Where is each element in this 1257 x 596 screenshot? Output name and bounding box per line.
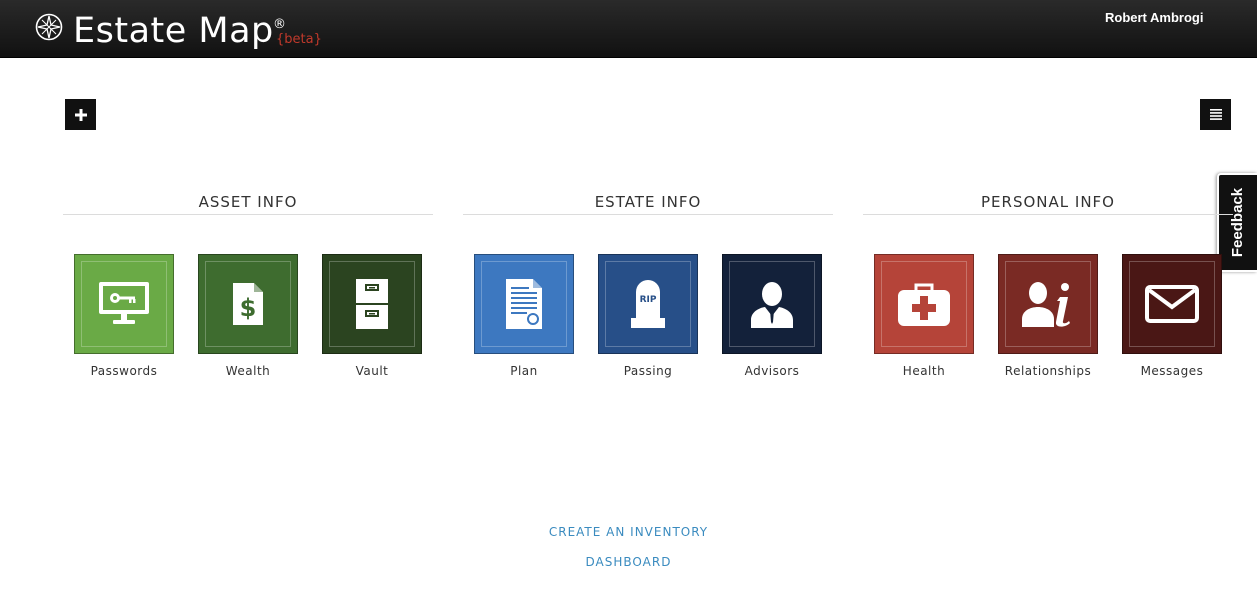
certificate-document-icon xyxy=(506,279,542,329)
list-icon xyxy=(1209,109,1222,120)
tile-background xyxy=(322,254,422,354)
plus-icon xyxy=(74,108,87,121)
registered-mark: ® xyxy=(273,17,286,32)
tile-background: $ xyxy=(198,254,298,354)
brand-title[interactable]: Estate Map xyxy=(73,10,274,52)
top-bar: Estate Map ® {beta} Robert Ambrogi xyxy=(0,0,1257,58)
compass-icon xyxy=(35,13,63,41)
add-button[interactable] xyxy=(65,99,96,130)
section-estate-info: ESTATE INFO xyxy=(463,193,833,215)
svg-text:RIP: RIP xyxy=(640,295,657,305)
dollar-document-icon: $ xyxy=(233,283,263,325)
beta-badge: {beta} xyxy=(276,32,322,47)
tile-wealth[interactable]: $ Wealth xyxy=(198,254,298,378)
tile-health[interactable]: Health xyxy=(874,254,974,378)
section-personal-info: PERSONAL INFO xyxy=(863,193,1233,215)
tile-label: Advisors xyxy=(744,364,800,378)
tile-plan[interactable]: Plan xyxy=(474,254,574,378)
dashboard-link[interactable]: DASHBOARD xyxy=(0,555,1257,569)
file-cabinet-icon xyxy=(356,279,388,329)
tile-label: Passwords xyxy=(90,364,158,378)
person-info-icon xyxy=(1022,282,1070,327)
tile-background xyxy=(1122,254,1222,354)
person-suit-icon xyxy=(751,282,793,328)
tile-background xyxy=(998,254,1098,354)
tile-messages[interactable]: Messages xyxy=(1122,254,1222,378)
tile-vault[interactable]: Vault xyxy=(322,254,422,378)
first-aid-kit-icon xyxy=(898,283,950,326)
divider xyxy=(863,214,1233,215)
tile-label: Health xyxy=(902,364,946,378)
menu-button[interactable] xyxy=(1200,99,1231,130)
section-title: ASSET INFO xyxy=(198,193,298,211)
tile-passing[interactable]: RIP Passing xyxy=(598,254,698,378)
tile-advisors[interactable]: Advisors xyxy=(722,254,822,378)
section-title: PERSONAL INFO xyxy=(981,193,1115,211)
tile-label: Passing xyxy=(623,364,673,378)
envelope-icon xyxy=(1145,285,1199,323)
divider xyxy=(63,214,433,215)
tile-background: RIP xyxy=(598,254,698,354)
tile-label: Vault xyxy=(355,364,389,378)
monitor-key-icon xyxy=(99,282,149,324)
tile-label: Wealth xyxy=(225,364,271,378)
tombstone-icon: RIP xyxy=(631,280,665,328)
section-asset-info: ASSET INFO xyxy=(63,193,433,215)
tile-background xyxy=(722,254,822,354)
tile-background xyxy=(474,254,574,354)
user-name[interactable]: Robert Ambrogi xyxy=(1105,10,1203,25)
tile-background xyxy=(74,254,174,354)
section-title: ESTATE INFO xyxy=(594,193,702,211)
tile-label: Plan xyxy=(510,364,538,378)
tile-label: Relationships xyxy=(1004,364,1092,378)
svg-text:$: $ xyxy=(240,294,257,322)
tile-passwords[interactable]: Passwords xyxy=(74,254,174,378)
tile-label: Messages xyxy=(1140,364,1204,378)
create-inventory-link[interactable]: CREATE AN INVENTORY xyxy=(0,525,1257,539)
tile-background xyxy=(874,254,974,354)
feedback-tab[interactable]: Feedback xyxy=(1217,173,1257,272)
tile-relationships[interactable]: Relationships xyxy=(998,254,1098,378)
divider xyxy=(463,214,833,215)
